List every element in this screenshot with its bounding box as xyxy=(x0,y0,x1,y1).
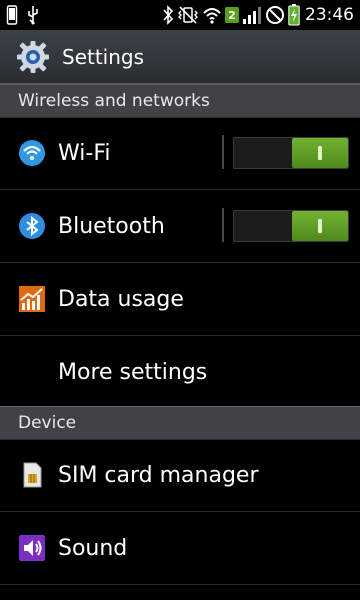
usb-icon xyxy=(26,4,40,26)
settings-item-sim-manager[interactable]: SIM card manager xyxy=(0,439,360,512)
wifi-toggle[interactable] xyxy=(233,137,349,169)
bluetooth-toggle[interactable] xyxy=(233,210,349,242)
settings-item-label: Sound xyxy=(58,535,128,561)
sim-card-icon xyxy=(18,461,46,489)
phone-icon xyxy=(6,4,18,26)
sim-slot-badge: 2 xyxy=(225,7,239,23)
settings-item-sound[interactable]: Sound xyxy=(0,512,360,585)
wifi-icon xyxy=(18,139,46,167)
section-title: Wireless and networks xyxy=(18,91,210,111)
section-header-device: Device xyxy=(0,406,360,440)
divider xyxy=(222,135,224,169)
settings-item-label: More settings xyxy=(58,359,208,385)
bluetooth-icon xyxy=(162,4,174,26)
signal-icon xyxy=(242,4,262,26)
speaker-icon xyxy=(18,534,46,562)
bluetooth-icon xyxy=(18,212,46,240)
settings-item-label: Wi-Fi xyxy=(58,140,111,166)
section-title: Device xyxy=(18,413,77,433)
settings-item-wifi[interactable]: Wi-Fi xyxy=(0,117,360,190)
settings-item-data-usage[interactable]: Data usage xyxy=(0,263,360,336)
wifi-icon xyxy=(202,4,222,26)
divider xyxy=(222,208,224,242)
mute-vibrate-icon xyxy=(177,4,199,26)
app-header: Settings xyxy=(0,30,360,84)
status-bar: 2 23:46 xyxy=(0,0,360,30)
toggle-knob xyxy=(292,138,348,168)
page-title: Settings xyxy=(62,44,145,69)
settings-item-bluetooth[interactable]: Bluetooth xyxy=(0,190,360,263)
chart-icon xyxy=(18,285,46,313)
clock: 23:46 xyxy=(305,5,354,25)
settings-item-more-settings[interactable]: More settings xyxy=(0,336,360,409)
toggle-knob xyxy=(292,211,348,241)
settings-item-label: Data usage xyxy=(58,286,184,312)
section-header-wireless: Wireless and networks xyxy=(0,84,360,118)
gear-icon[interactable] xyxy=(16,40,50,74)
settings-item-label: Bluetooth xyxy=(58,213,165,239)
settings-item-label: SIM card manager xyxy=(58,462,259,488)
no-sim-icon xyxy=(265,4,285,26)
battery-charging-icon xyxy=(288,4,300,26)
